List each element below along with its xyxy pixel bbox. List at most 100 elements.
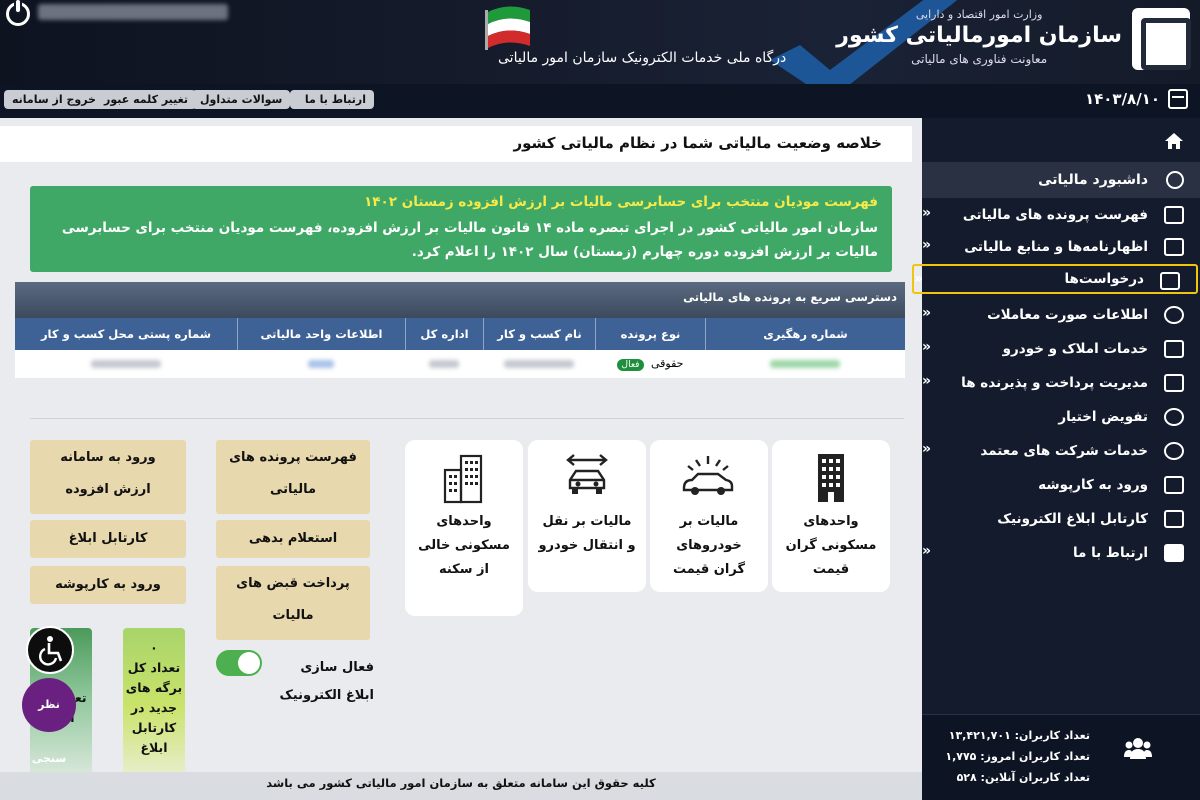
service-label: واحدهای مسکونی گران قیمت — [785, 514, 877, 577]
service-card-vacant-housing[interactable]: واحدهای مسکونی خالی از سکنه — [405, 440, 523, 616]
sidebar-item-label: کارتابل ابلاغ الکترونیک — [997, 511, 1148, 527]
summary-title-card: خلاصه وضعیت مالیاتی شما در نظام مالیاتی … — [0, 126, 912, 162]
sidebar-item-label: خدمات شرکت های معتمد — [980, 443, 1148, 459]
status-badge: فعال — [616, 359, 645, 371]
vat-system-link[interactable]: ورود به سامانه ارزش افزوده — [30, 440, 186, 514]
handshake-icon — [1164, 306, 1184, 324]
sidebar-item-requests[interactable]: درخواست‌ها » — [912, 264, 1198, 294]
car-transfer-icon — [566, 454, 608, 494]
service-label: مالیات بر نقل و انتقال خودرو — [538, 514, 636, 553]
current-date: ۱۴۰۳/۸/۱۰ — [1085, 89, 1188, 109]
sidebar-item-label: تفویض اختیار — [1058, 409, 1148, 425]
sidebar-item-label: ورود به کارپوشه — [1038, 477, 1148, 493]
envelope-open-icon — [1164, 510, 1184, 528]
total-users: تعداد کاربران: ۱۳,۴۲۱,۷۰۱ — [948, 729, 1090, 742]
quick-access-panel: دسترسی سریع به پرونده های مالیاتی شماره … — [15, 282, 905, 378]
chevron-left-icon: » — [922, 543, 932, 559]
car-icon — [1164, 340, 1184, 358]
e-notice-toggle[interactable] — [216, 650, 262, 676]
sidebar-item-delegation[interactable]: تفویض اختیار — [922, 402, 1200, 432]
sidebar-item-trusted-companies[interactable]: خدمات شرکت های معتمد » — [922, 436, 1200, 466]
table-row[interactable]: حقوقی فعال — [15, 350, 905, 378]
cell-tax-unit-info — [237, 358, 405, 371]
workfolder-link[interactable]: ورود به کارپوشه — [30, 566, 186, 604]
calendar-icon — [1168, 89, 1188, 109]
chevron-left-icon: » — [922, 237, 932, 253]
chevron-left-icon: » — [922, 373, 932, 389]
sidebar-item-dashboard[interactable]: داشبورد مالیاتی — [922, 162, 1200, 198]
sidebar-item-workfolder[interactable]: ورود به کارپوشه — [922, 470, 1200, 500]
sidebar-item-transactions[interactable]: اطلاعات صورت معاملات » — [922, 300, 1200, 330]
col-tracking-number: شماره رهگیری — [705, 318, 905, 350]
power-icon[interactable] — [6, 0, 30, 26]
service-card-luxury-housing[interactable]: واحدهای مسکونی گران قیمت — [772, 440, 890, 592]
sidebar-dashboard-label: داشبورد مالیاتی — [1038, 172, 1148, 188]
buildings-outline-icon — [443, 454, 483, 504]
sidebar-item-label: مدیریت پرداخت و پذیرنده ها — [961, 375, 1148, 391]
col-business-name: نام کسب و کار — [483, 318, 595, 350]
sidebar-item-label: درخواست‌ها — [1064, 271, 1144, 287]
checklist-icon — [1160, 272, 1180, 290]
page-title: خلاصه وضعیت مالیاتی شما در نظام مالیاتی … — [513, 134, 882, 152]
today-users: تعداد کاربران امروز: ۱,۷۷۵ — [945, 750, 1090, 763]
alert-body: سازمان امور مالیاتی کشور در اجرای تبصره … — [61, 220, 878, 260]
pay-bills-link[interactable]: پرداخت قبض های مالیات — [216, 566, 370, 640]
org-block: وزارت امور اقتصاد و دارایی سازمان امورما… — [836, 8, 1122, 66]
change-password-button[interactable]: تغییر کلمه عبور — [96, 90, 196, 109]
service-card-luxury-cars[interactable]: مالیات بر خودروهای گران قیمت — [650, 440, 768, 592]
deputy-text: معاونت فناوری های مالیاتی — [911, 52, 1048, 66]
date-text: ۱۴۰۳/۸/۱۰ — [1084, 90, 1160, 108]
sidebar-item-tax-files[interactable]: فهرست پرونده های مالیاتی » — [922, 200, 1200, 230]
books-icon — [1164, 206, 1184, 224]
user-stats-panel: تعداد کاربران: ۱۳,۴۲۱,۷۰۱ تعداد کاربران … — [922, 714, 1200, 800]
announcement-alert: فهرست مودیان منتخب برای حسابرسی مالیات ب… — [30, 186, 892, 272]
envelope-icon — [1164, 544, 1184, 562]
service-label: واحدهای مسکونی خالی از سکنه — [418, 514, 510, 577]
clipboard-icon — [1164, 238, 1184, 256]
accessibility-button[interactable] — [26, 626, 74, 674]
portal-title: درگاه ملی خدمات الکترونیک سازمان امور ما… — [498, 50, 787, 66]
tax-files-link[interactable]: فهرست پرونده های مالیاتی — [216, 440, 370, 514]
user-name-blurred — [38, 4, 228, 20]
sidebar-item-label: اظهارنامه‌ها و منابع مالیاتی — [964, 239, 1148, 255]
service-label: مالیات بر خودروهای گران قیمت — [672, 514, 746, 577]
users-icon — [1124, 738, 1152, 759]
new-notices-count: ۰ — [150, 640, 158, 655]
gauge-icon — [1166, 171, 1184, 189]
handshake-icon — [1164, 442, 1184, 460]
file-type-text: حقوقی — [650, 357, 684, 370]
org-name: سازمان امورمالیاتی کشور — [836, 23, 1122, 48]
iran-flag-icon — [485, 6, 530, 50]
credit-card-icon — [1164, 374, 1184, 392]
sidebar: داشبورد مالیاتی فهرست پرونده های مالیاتی… — [912, 118, 1200, 800]
cell-tracking-number — [705, 358, 905, 371]
poll-button[interactable]: نظر سنجی — [22, 678, 76, 765]
site-header: درگاه ملی خدمات الکترونیک سازمان امور ما… — [0, 0, 1200, 84]
sidebar-item-declarations[interactable]: اظهارنامه‌ها و منابع مالیاتی » — [922, 232, 1200, 262]
section-divider — [30, 418, 904, 419]
quick-access-title: دسترسی سریع به پرونده های مالیاتی — [15, 282, 905, 318]
sidebar-item-payments[interactable]: مدیریت پرداخت و پذیرنده ها » — [922, 368, 1200, 398]
alert-title[interactable]: فهرست مودیان منتخب برای حسابرسی مالیات ب… — [44, 194, 878, 210]
service-card-car-transfer[interactable]: مالیات بر نقل و انتقال خودرو — [528, 440, 646, 592]
logout-button[interactable]: خروج از سامانه — [4, 90, 104, 109]
sidebar-item-notice-cartable[interactable]: کارتابل ابلاغ الکترونیک — [922, 504, 1200, 534]
wheelchair-icon — [38, 636, 63, 666]
cell-postal-code — [15, 358, 237, 371]
sidebar-item-property-vehicle[interactable]: خدمات املاک و خودرو » — [922, 334, 1200, 364]
col-general-office: اداره کل — [405, 318, 483, 350]
table-header: شماره رهگیری نوع پرونده نام کسب و کار اد… — [15, 318, 905, 350]
contact-button[interactable]: ارتباط با ما — [290, 90, 374, 109]
notice-cartable-link[interactable]: کارتابل ابلاغ الکترونیک — [30, 520, 186, 580]
sidebar-item-label: خدمات املاک و خودرو — [1002, 341, 1148, 357]
faq-button[interactable]: سوالات متداول — [192, 90, 291, 109]
car-spark-icon — [682, 456, 734, 495]
chevron-left-icon: » — [922, 305, 932, 321]
sidebar-item-contact[interactable]: ارتباط با ما » — [922, 538, 1200, 568]
main-content: خلاصه وضعیت مالیاتی شما در نظام مالیاتی … — [0, 118, 922, 800]
e-notice-toggle-label: فعال سازی ابلاغ الکترونیک — [279, 660, 375, 703]
home-icon[interactable] — [1164, 132, 1184, 150]
debt-inquiry-link[interactable]: استعلام بدهی مالیاتی — [216, 520, 370, 580]
chevron-left-icon: » — [922, 441, 932, 457]
online-users: تعداد کاربران آنلاین: ۵۲۸ — [956, 771, 1090, 784]
